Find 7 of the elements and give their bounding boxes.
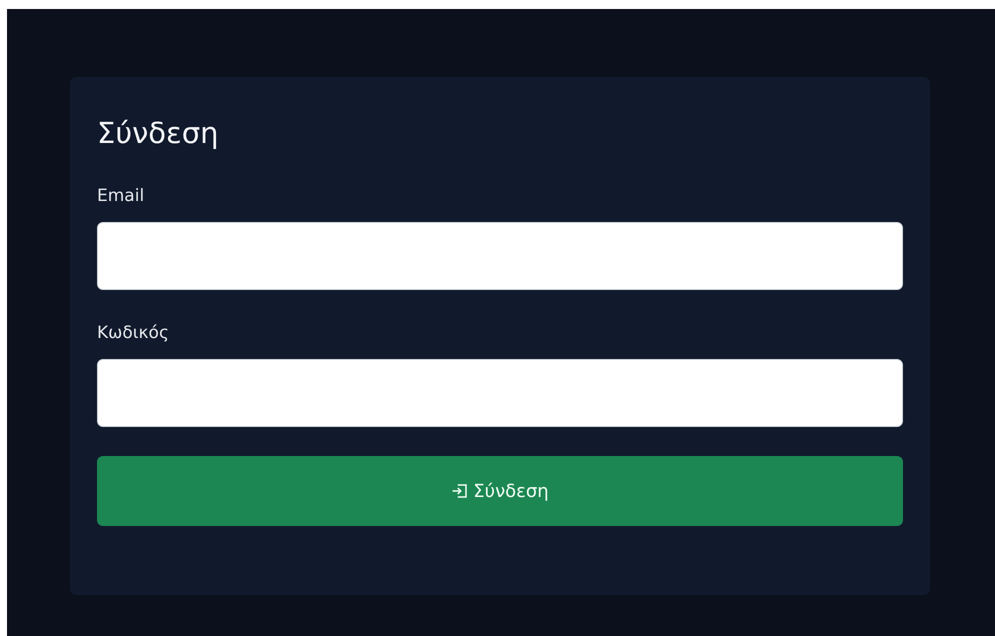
- input-field[interactable]: [97, 222, 903, 290]
- input-field[interactable]: [97, 359, 903, 427]
- field-label: Κωδικός: [97, 322, 169, 344]
- login-icon: [451, 482, 470, 500]
- field-label: Email: [97, 185, 144, 207]
- login-button[interactable]: Σύνδεση: [97, 456, 903, 526]
- login-title: Σύνδεση: [97, 115, 218, 151]
